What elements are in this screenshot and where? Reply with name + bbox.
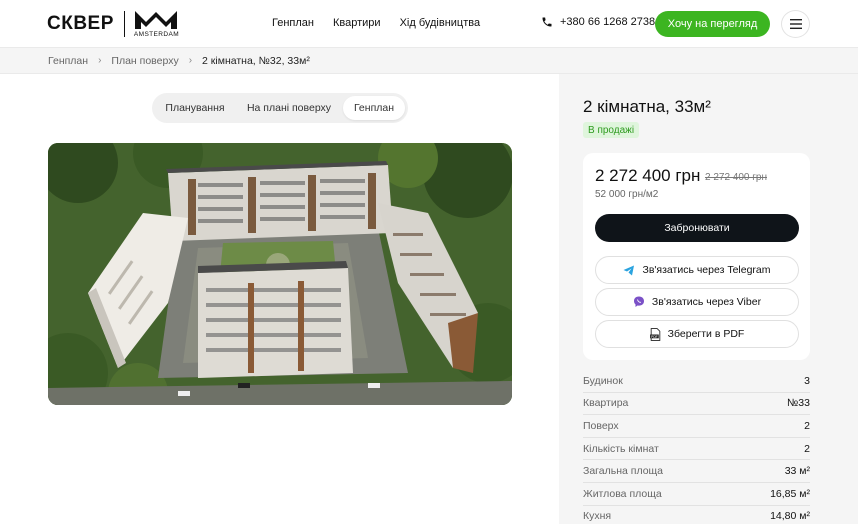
price-per-m2: 52 000 грн/м2 xyxy=(595,189,659,200)
spec-value: 3 xyxy=(804,374,810,387)
phone-link[interactable]: +380 66 1268 2738 xyxy=(541,16,655,28)
burger-menu-icon xyxy=(789,19,802,29)
spec-row: Квартира №33 xyxy=(583,393,810,416)
main-nav: Генплан Квартири Хід будівництва xyxy=(272,17,499,29)
old-price: 2 272 400 грн xyxy=(705,172,767,183)
spec-value: 16,85 м² xyxy=(770,487,810,500)
viber-label: Зв'язатись через Viber xyxy=(651,296,762,308)
phone-icon xyxy=(542,17,552,27)
logo[interactable]: СКВЕР AMSTERDAM xyxy=(47,10,180,38)
spec-label: Загальна площа xyxy=(583,465,664,478)
tab-layout[interactable]: Планування xyxy=(155,96,235,120)
telegram-icon xyxy=(623,265,635,275)
spec-value: 14,80 м² xyxy=(770,510,810,523)
logo-mark-icon: AMSTERDAM xyxy=(133,10,180,38)
breadcrumb: Генплан › План поверху › 2 кімнатна, №32… xyxy=(0,47,858,74)
tab-genplan[interactable]: Генплан xyxy=(343,96,405,120)
nav-genplan[interactable]: Генплан xyxy=(272,17,314,29)
nav-construction-progress[interactable]: Хід будівництва xyxy=(400,17,481,29)
phone-number: +380 66 1268 2738 xyxy=(560,16,656,28)
pdf-icon: PDF xyxy=(649,327,660,341)
spec-row: Поверх 2 xyxy=(583,415,810,438)
specs-table: Будинок 3 Квартира №33 Поверх 2 Кількість кімн… xyxy=(583,370,810,524)
spec-row: Кухня 14,80 м² xyxy=(583,506,810,524)
view-tabs: Планування На плані поверху Генплан xyxy=(152,93,408,123)
chevron-right-icon: › xyxy=(188,55,193,66)
nav-apartments[interactable]: Квартири xyxy=(333,17,381,29)
spec-row: Кількість кімнат 2 xyxy=(583,438,810,461)
book-button[interactable]: Забронювати xyxy=(595,214,799,242)
logo-text: СКВЕР xyxy=(47,13,114,34)
spec-value: 33 м² xyxy=(784,465,810,478)
spec-label: Будинок xyxy=(583,374,623,387)
viewing-request-button[interactable]: Хочу на перегляд xyxy=(655,11,770,37)
telegram-label: Зв'язатись через Telegram xyxy=(642,264,771,276)
breadcrumb-current: 2 кімнатна, №32, 33м² xyxy=(202,54,310,67)
genplan-render-image xyxy=(48,143,512,405)
chevron-right-icon: › xyxy=(98,55,102,66)
spec-label: Кухня xyxy=(583,510,612,523)
spec-row: Загальна площа 33 м² xyxy=(583,460,810,483)
logo-divider xyxy=(123,11,125,37)
price: 2 272 400 грн xyxy=(595,166,701,185)
spec-value: 2 xyxy=(804,442,810,455)
logo-subtitle: AMSTERDAM xyxy=(133,31,180,38)
spec-label: Кількість кімнат xyxy=(583,442,659,455)
spec-row: Будинок 3 xyxy=(583,370,810,393)
tab-on-floor-plan[interactable]: На плані поверху xyxy=(235,96,343,120)
spec-label: Житлова площа xyxy=(583,487,662,500)
viber-button[interactable]: Зв'язатись через Viber xyxy=(595,288,799,316)
spec-value: 2 xyxy=(804,419,810,432)
status-badge: В продажі xyxy=(583,122,640,138)
svg-text:PDF: PDF xyxy=(651,334,658,338)
spec-label: Поверх xyxy=(583,419,619,432)
spec-row: Житлова площа 16,85 м² xyxy=(583,483,810,506)
site-header: СКВЕР AMSTERDAM Генплан Квартири Хід буд… xyxy=(0,0,858,47)
breadcrumb-genplan[interactable]: Генплан xyxy=(48,55,88,67)
price-card: 2 272 400 грн 2 272 400 грн 52 000 грн/м… xyxy=(583,153,810,360)
spec-value: №33 xyxy=(787,397,810,410)
apartment-title: 2 кімнатна, 33м² xyxy=(583,97,711,116)
telegram-button[interactable]: Зв'язатись через Telegram xyxy=(595,256,799,284)
breadcrumb-floor-plan[interactable]: План поверху xyxy=(111,55,178,67)
spec-label: Квартира xyxy=(583,397,629,410)
viber-icon xyxy=(633,296,644,307)
burger-menu-button[interactable] xyxy=(781,10,810,38)
save-pdf-button[interactable]: PDF Зберегти в PDF xyxy=(595,320,799,348)
save-pdf-label: Зберегти в PDF xyxy=(667,328,745,340)
